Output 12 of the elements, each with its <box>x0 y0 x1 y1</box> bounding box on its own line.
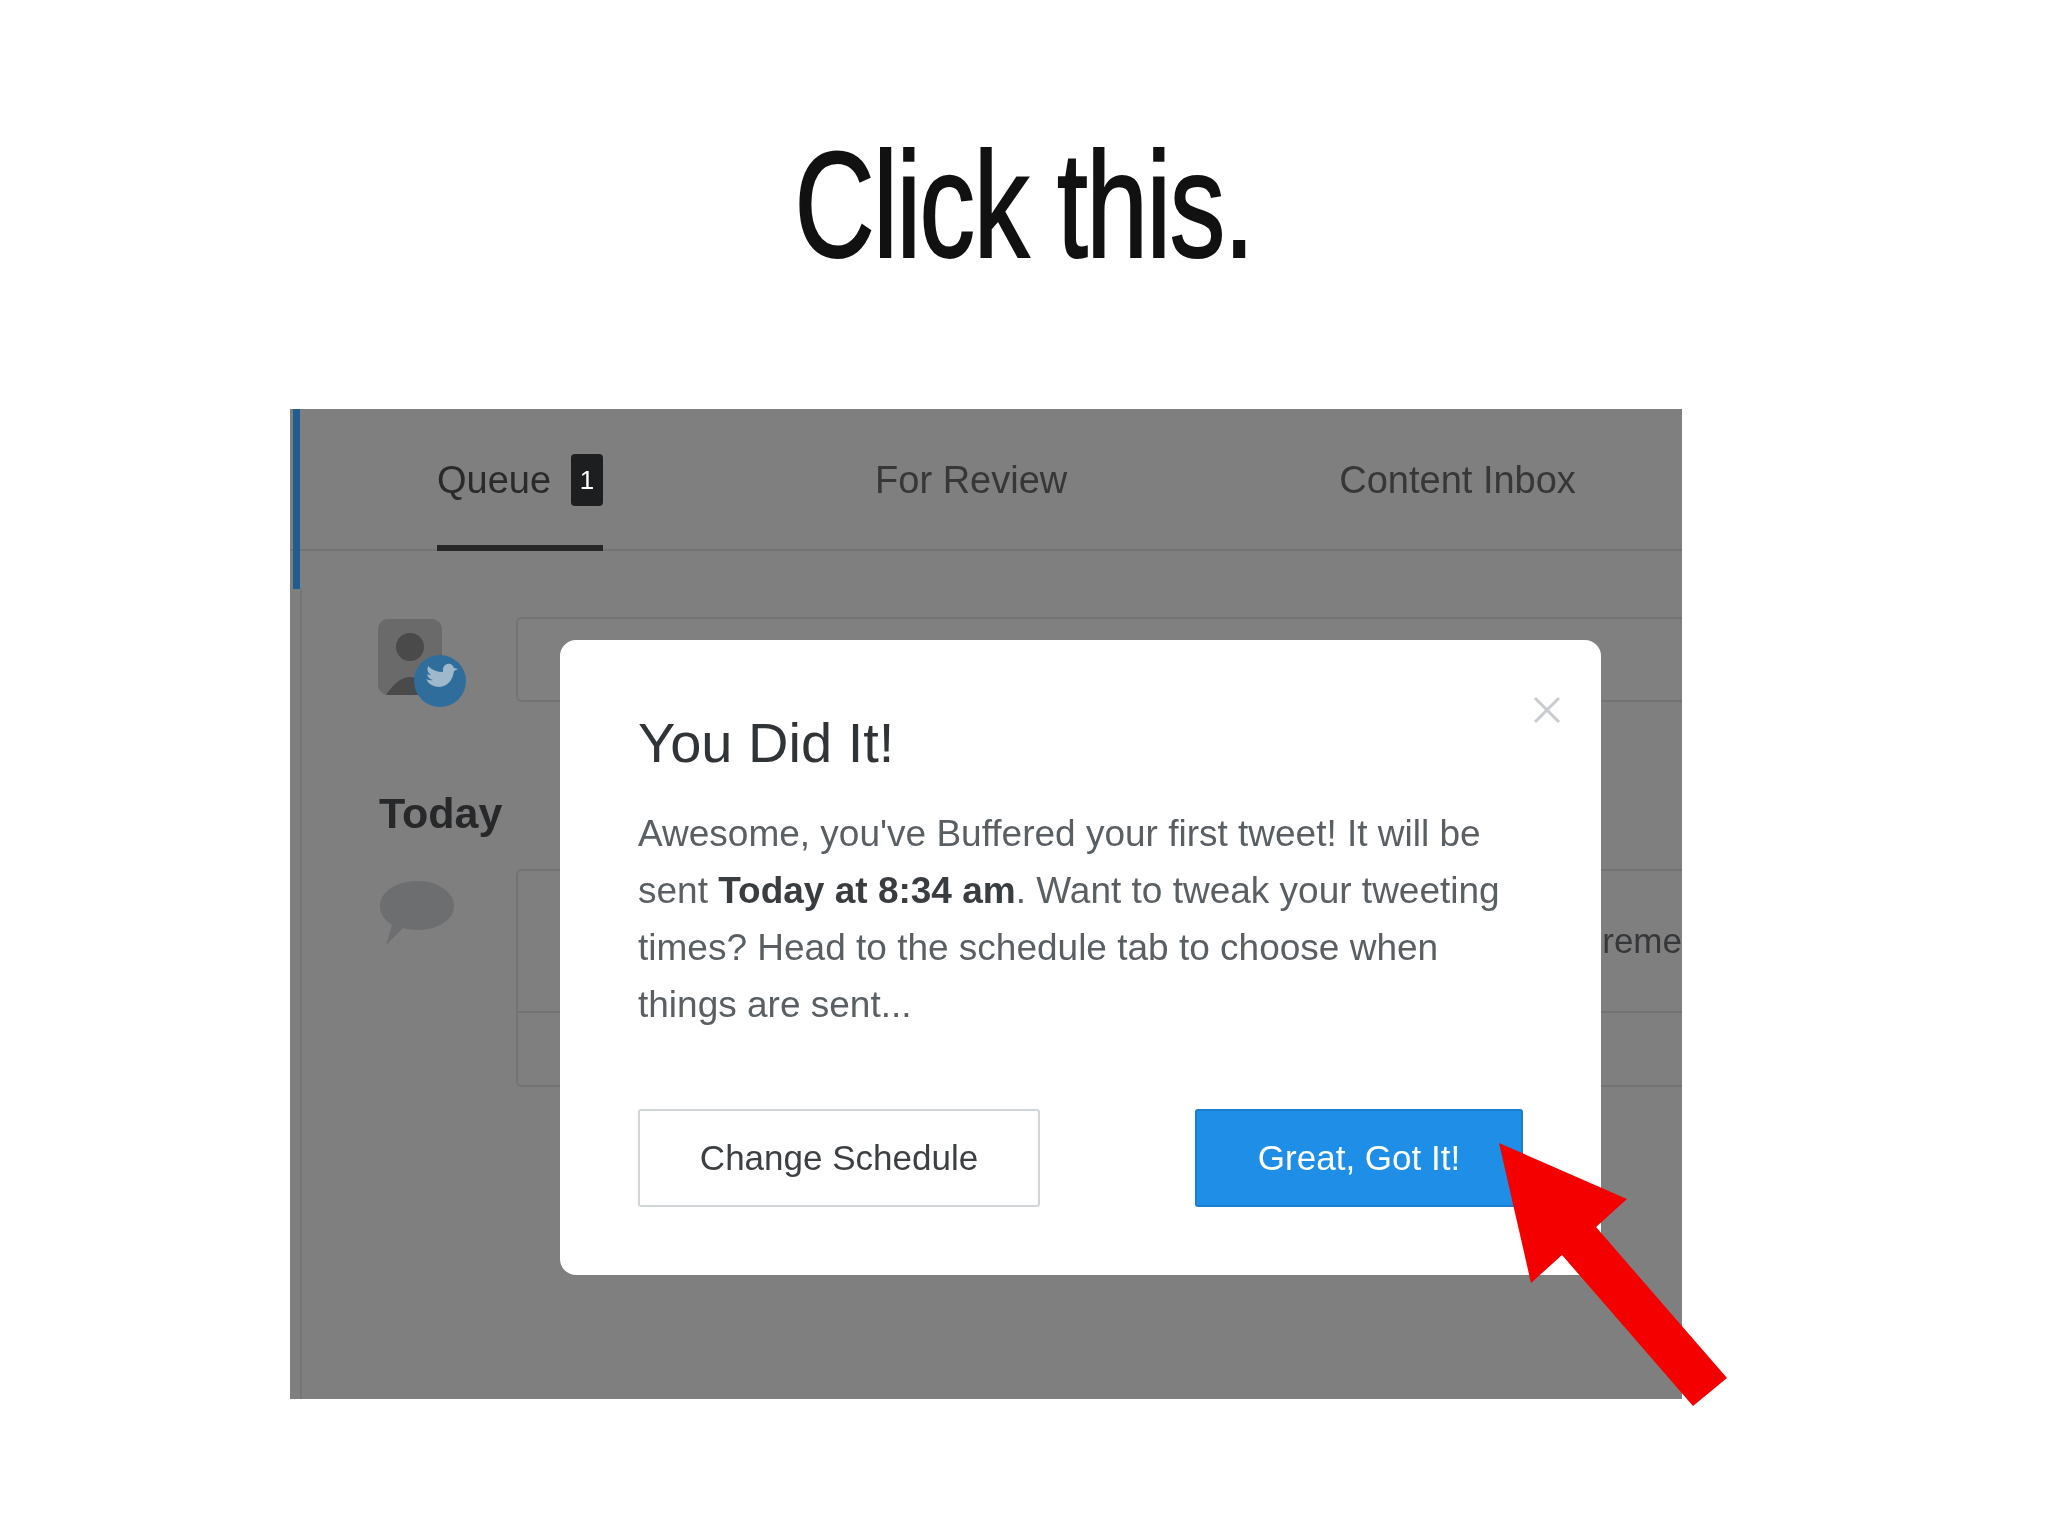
tab[interactable]: Content Inbox <box>1339 409 1576 551</box>
day-heading: Today <box>379 789 503 839</box>
close-icon[interactable] <box>1533 696 1561 724</box>
change-schedule-button[interactable]: Change Schedule <box>638 1109 1040 1207</box>
count-badge: 1 <box>571 454 604 506</box>
confirm-button[interactable]: Great, Got It! <box>1195 1109 1523 1207</box>
tab[interactable]: Queue 1 <box>437 409 604 551</box>
dialog-title: You Did It! <box>638 710 895 775</box>
post-text: reme <box>1602 921 1682 961</box>
dialog-message: Awesome, you've Buffered your first tweet! It will be sent Today at 8:34 am. Want to tweak your tweeting times? Head to the schedule tab to choose when things are sent... <box>638 812 1501 1027</box>
heading: Click this. <box>794 120 1254 290</box>
tab[interactable]: For Review <box>875 409 1068 551</box>
